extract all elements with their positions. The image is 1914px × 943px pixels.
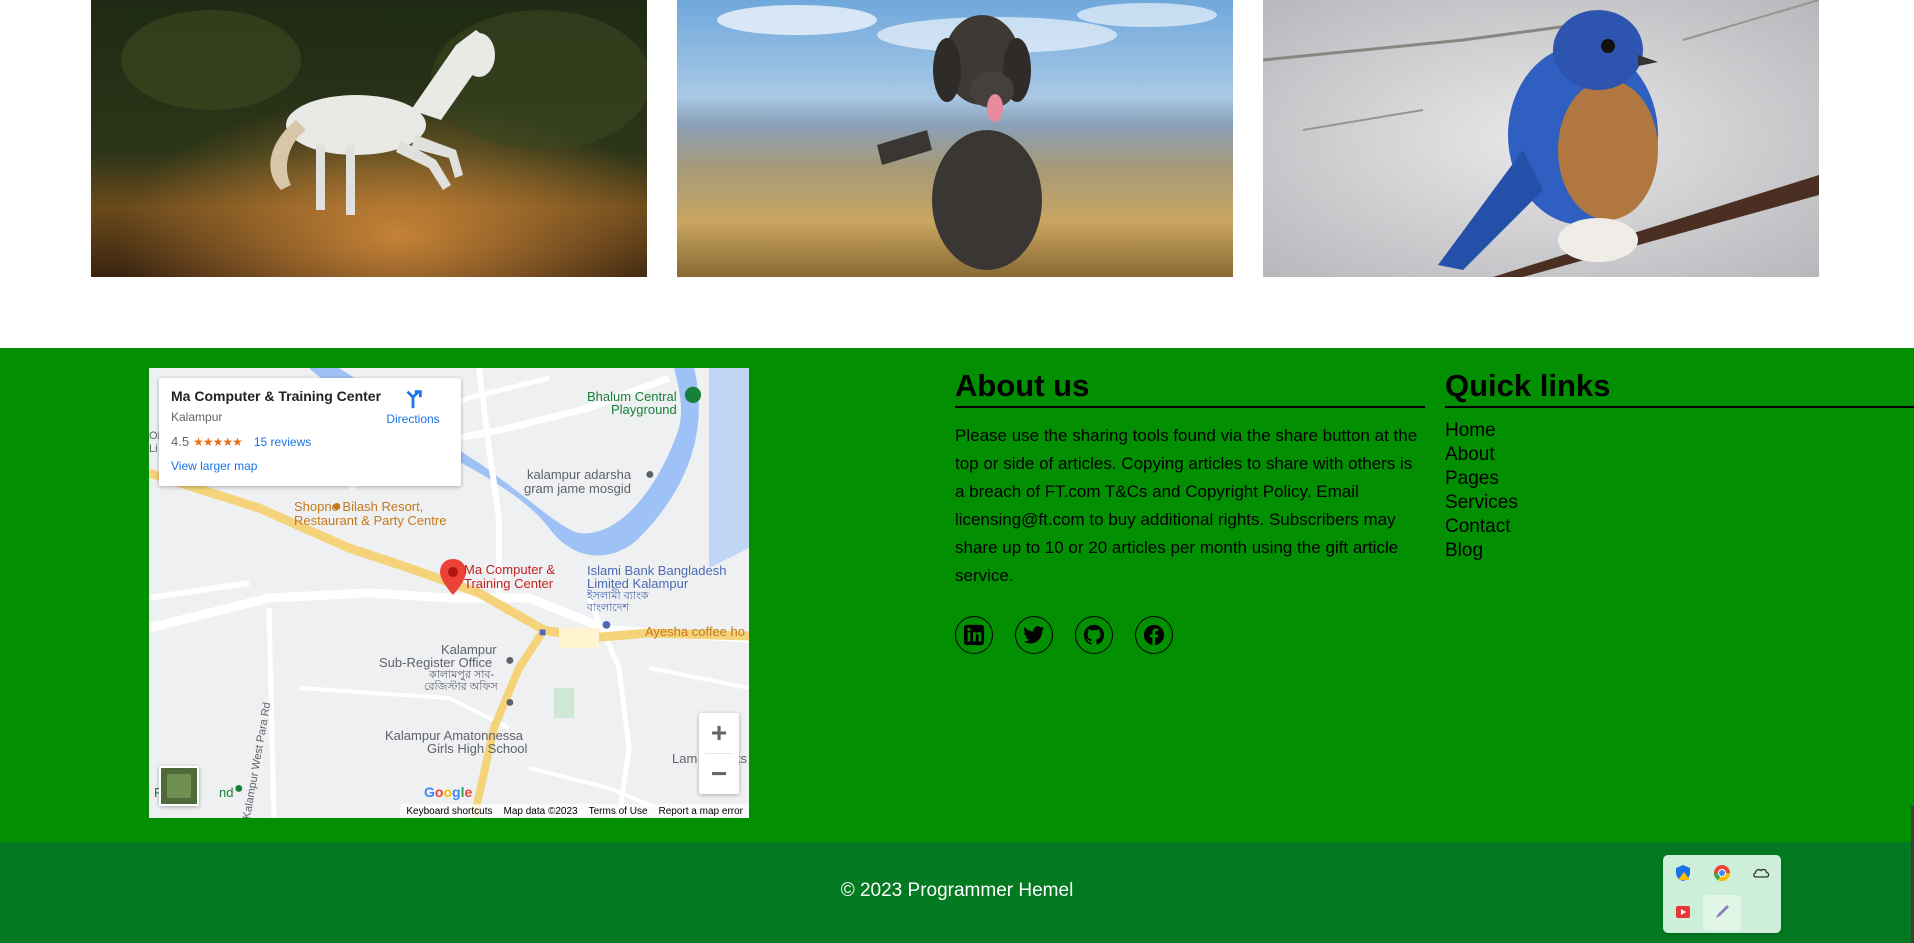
video-recorder-icon[interactable] (1673, 902, 1693, 922)
map-label-school-2: Girls High School (427, 741, 528, 756)
directions-button[interactable]: Directions (383, 388, 443, 426)
google-map[interactable]: Bhalum Central Playground ⬤ kalampur ada… (149, 368, 749, 818)
github-link[interactable] (1075, 616, 1113, 654)
linkedin-link[interactable] (955, 616, 993, 654)
quick-link-services[interactable]: Services (1445, 491, 1914, 515)
map-label-li: Li (149, 443, 158, 455)
map-place-card: Ma Computer & Training Center Kalampur 4… (159, 378, 461, 486)
map-label-subreg: Sub-Register Office (379, 655, 493, 670)
shield-warning-icon[interactable] (1673, 863, 1693, 883)
map-label-subreg-bn-2: রেজিস্টার অফিস (424, 681, 498, 693)
keyboard-shortcuts-link[interactable]: Keyboard shortcuts (406, 806, 492, 817)
office-icon: ● (505, 652, 515, 669)
terms-of-use-link[interactable]: Terms of Use (589, 806, 648, 817)
bank-icon: ● (601, 614, 612, 634)
place-rating: 4.5 ★★★★★ 15 reviews (171, 434, 449, 449)
quick-link-pages[interactable]: Pages (1445, 467, 1914, 491)
map-label-training: Training Center (464, 576, 554, 591)
animal-gallery (0, 0, 1914, 348)
quick-link-contact[interactable]: Contact (1445, 515, 1914, 539)
directions-icon (406, 390, 422, 409)
github-icon (1083, 624, 1105, 645)
park-icon-2: ● (234, 780, 244, 797)
horse-photo (91, 0, 647, 277)
map-label-shopno: Shopno Bilash Resort, (294, 499, 424, 514)
cloud-icon[interactable] (1751, 863, 1771, 883)
quick-links-list: Home About Pages Services Contact Blog (1445, 419, 1914, 563)
mosque-icon: ● (645, 466, 655, 483)
system-tray-popup (1663, 855, 1781, 933)
school-icon: ● (505, 694, 515, 711)
twitter-link[interactable] (1015, 616, 1053, 654)
map-label-islami-2: Limited Kalampur (587, 576, 689, 591)
footer: Bhalum Central Playground ⬤ kalampur ada… (0, 348, 1914, 842)
map-label-nd: nd (219, 785, 234, 800)
google-logo: Google (424, 784, 473, 800)
quick-link-home[interactable]: Home (1445, 419, 1914, 443)
pen-icon[interactable] (1712, 902, 1732, 922)
quick-links-title: Quick links (1445, 368, 1914, 408)
quick-links-section: Quick links Home About Pages Services Co… (1445, 368, 1914, 563)
map-label-ma-computer: Ma Computer & (464, 562, 556, 577)
map-label-mosgid: gram jame mosgid (524, 481, 631, 496)
rating-value: 4.5 (171, 434, 190, 449)
quick-link-blog[interactable]: Blog (1445, 539, 1914, 563)
about-section: About us Please use the sharing tools fo… (955, 368, 1425, 654)
quick-link-about[interactable]: About (1445, 443, 1914, 467)
social-links (955, 616, 1425, 654)
about-text: Please use the sharing tools found via t… (955, 426, 1418, 585)
zoom-control: + − (699, 713, 739, 794)
view-larger-map-link[interactable]: View larger map (171, 459, 449, 473)
map-label-playground: Playground (611, 402, 677, 417)
map-pin-icon[interactable] (440, 559, 466, 597)
bus-stop-icon: ■ (539, 625, 547, 639)
directions-label: Directions (386, 412, 440, 426)
park-icon: ⬤ (684, 386, 702, 403)
copyright-text: © 2023 Programmer Hemel (840, 880, 1074, 901)
chrome-icon[interactable] (1712, 863, 1732, 883)
facebook-icon (1143, 624, 1165, 646)
dog-photo (677, 0, 1233, 277)
map-label-coffee: Ayesha coffee ho (645, 624, 745, 639)
map-label-restaurant: Restaurant & Party Centre (294, 513, 447, 528)
twitter-icon (1023, 626, 1045, 644)
map-label-adarsha: kalampur adarsha (527, 467, 632, 482)
satellite-toggle[interactable] (159, 766, 199, 806)
footer-bottom-bar: © 2023 Programmer Hemel (0, 842, 1914, 943)
bird-photo (1263, 0, 1819, 277)
linkedin-icon (963, 624, 985, 646)
map-data-text: Map data ©2023 (503, 805, 578, 817)
about-title: About us (955, 368, 1425, 408)
zoom-in-button[interactable]: + (699, 713, 739, 753)
map-label-lam: Lam (672, 751, 698, 766)
zoom-out-button[interactable]: − (699, 754, 739, 794)
facebook-link[interactable] (1135, 616, 1173, 654)
rating-stars-icon: ★★★★★ (193, 434, 243, 449)
map-attribution: Keyboard shortcuts Map data ©2023 Terms … (400, 804, 749, 818)
report-map-error-link[interactable]: Report a map error (659, 806, 743, 817)
reviews-link[interactable]: 15 reviews (254, 435, 311, 449)
